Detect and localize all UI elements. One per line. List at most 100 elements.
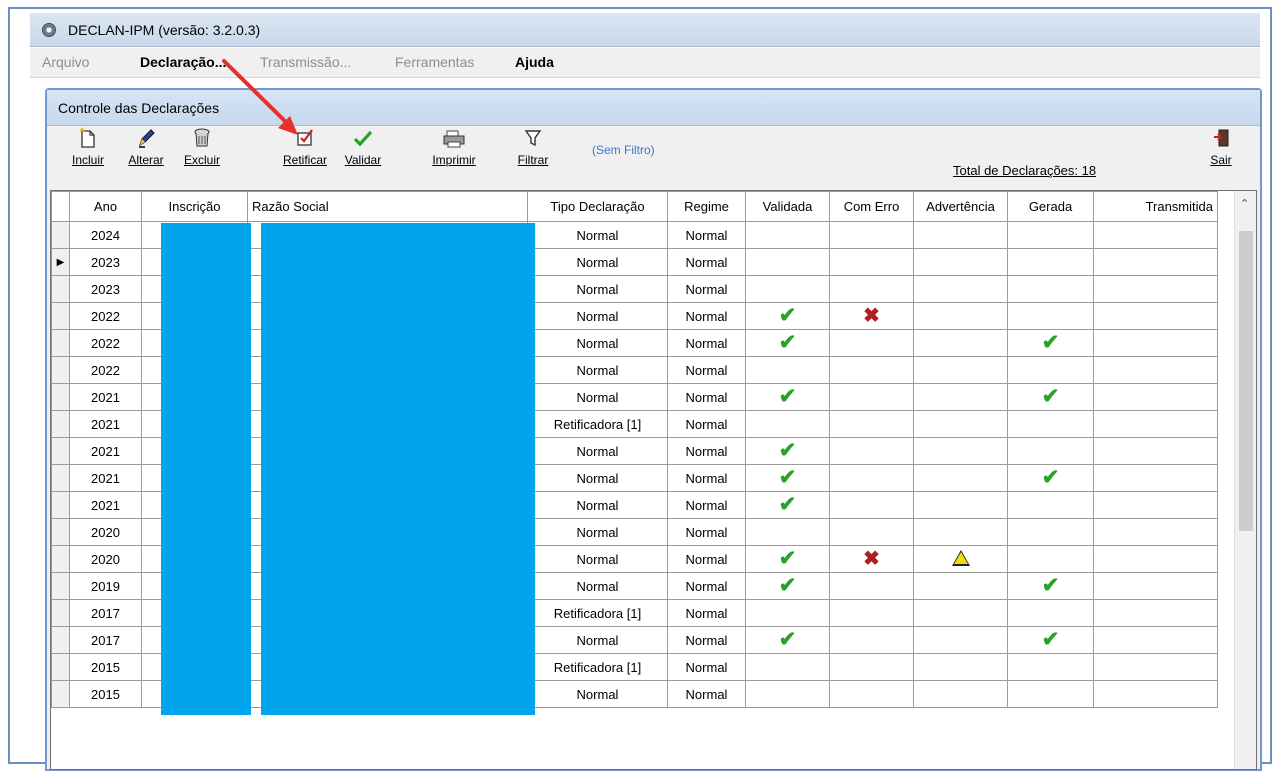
row-indicator [51,383,70,411]
check-icon: ✔ [778,493,797,516]
incluir-button[interactable]: Incluir [65,127,111,183]
header-com-erro[interactable]: Com Erro [829,191,914,222]
cell-validada: ✔ [745,626,830,654]
filter-status[interactable]: (Sem Filtro) [592,143,655,157]
printer-icon [425,127,483,153]
filtrar-button[interactable]: Filtrar [515,127,551,183]
menu-ajuda[interactable]: Ajuda [515,54,554,70]
cell-tipo-declaracao: Normal [527,572,668,600]
cell-com-erro [829,437,914,465]
cell-ano: 2021 [69,491,142,519]
cell-ano: 2017 [69,599,142,627]
cell-advertencia [913,518,1008,546]
cell-tipo-declaracao: Normal [527,275,668,303]
cell-tipo-declaracao: Normal [527,248,668,276]
cell-validada [745,410,830,438]
excluir-button[interactable]: Excluir [177,127,227,183]
retificar-button[interactable]: Retificar [275,127,335,183]
cell-validada: ✔ [745,545,830,573]
menu-arquivo[interactable]: Arquivo [42,54,89,70]
cell-gerada [1007,248,1094,276]
cell-transmitida [1093,599,1218,627]
cell-com-erro [829,329,914,357]
check-icon: ✔ [778,385,797,408]
warning-icon [951,549,970,566]
window-title-bar: DECLAN-IPM (versão: 3.2.0.3) [30,13,1260,47]
header-regime[interactable]: Regime [667,191,746,222]
cell-com-erro [829,464,914,492]
menu-declaracao[interactable]: Declaração... [140,54,226,70]
cell-tipo-declaracao: Normal [527,626,668,654]
vertical-scrollbar[interactable]: ⌃ [1234,191,1256,769]
cell-ano: 2015 [69,653,142,681]
cell-gerada [1007,437,1094,465]
row-indicator [51,518,70,546]
cell-validada [745,221,830,249]
header-transmitida[interactable]: Transmitida [1093,191,1218,222]
cell-regime: Normal [667,518,746,546]
incluir-label: Incluir [71,153,104,167]
cell-ano: 2021 [69,437,142,465]
cell-regime: Normal [667,572,746,600]
cell-advertencia [913,275,1008,303]
menu-transmissao[interactable]: Transmissão... [260,54,351,70]
cell-regime: Normal [667,464,746,492]
retificar-label: Retificar [282,153,327,167]
trash-icon [177,127,227,153]
alterar-label: Alterar [128,153,164,167]
cell-transmitida [1093,572,1218,600]
cell-advertencia [913,491,1008,519]
cell-com-erro: ✖ [829,545,914,573]
check-icon: ✔ [778,304,797,327]
imprimir-button[interactable]: Imprimir [425,127,483,183]
header-gerada[interactable]: Gerada [1007,191,1094,222]
cell-regime: Normal [667,248,746,276]
row-indicator [51,491,70,519]
scrollbar-thumb[interactable] [1239,231,1253,531]
cell-ano: 2024 [69,221,142,249]
cell-advertencia [913,329,1008,357]
header-tipo-declaracao[interactable]: Tipo Declaração [527,191,668,222]
cell-gerada [1007,275,1094,303]
header-razao-social[interactable]: Razão Social [247,191,528,222]
header-validada[interactable]: Validada [745,191,830,222]
cell-ano: 2022 [69,302,142,330]
row-indicator [51,356,70,384]
menu-ferramentas[interactable]: Ferramentas [395,54,474,70]
header-advertencia[interactable]: Advertência [913,191,1008,222]
declarations-grid[interactable]: Ano Inscrição Razão Social Tipo Declaraç… [50,190,1257,770]
declarations-panel: Controle das Declarações Incluir Alterar… [45,88,1262,771]
row-indicator [51,410,70,438]
cell-tipo-declaracao: Normal [527,437,668,465]
validar-button[interactable]: Validar [339,127,387,183]
cell-transmitida [1093,410,1218,438]
check-icon: ✔ [1041,466,1060,489]
cell-regime: Normal [667,356,746,384]
alterar-button[interactable]: Alterar [123,127,169,183]
header-inscricao[interactable]: Inscrição [141,191,248,222]
cell-ano: 2015 [69,680,142,708]
scroll-up-icon[interactable]: ⌃ [1240,197,1249,210]
cell-ano: 2022 [69,356,142,384]
cell-ano: 2019 [69,572,142,600]
cell-com-erro [829,275,914,303]
check-icon: ✔ [778,547,797,570]
check-icon: ✔ [1041,574,1060,597]
row-indicator: ▶ [51,248,70,276]
cell-advertencia [913,545,1008,573]
row-indicator [51,572,70,600]
cell-advertencia [913,356,1008,384]
cell-tipo-declaracao: Normal [527,680,668,708]
check-icon: ✔ [778,574,797,597]
panel-title: Controle das Declarações [58,100,220,116]
cell-com-erro [829,518,914,546]
cell-ano: 2023 [69,275,142,303]
cell-validada: ✔ [745,572,830,600]
new-document-icon [65,127,111,153]
check-icon: ✔ [778,628,797,651]
rectify-document-icon [275,127,335,153]
row-indicator [51,680,70,708]
check-icon: ✔ [778,466,797,489]
sair-button[interactable]: Sair [1203,127,1239,183]
header-ano[interactable]: Ano [69,191,142,222]
